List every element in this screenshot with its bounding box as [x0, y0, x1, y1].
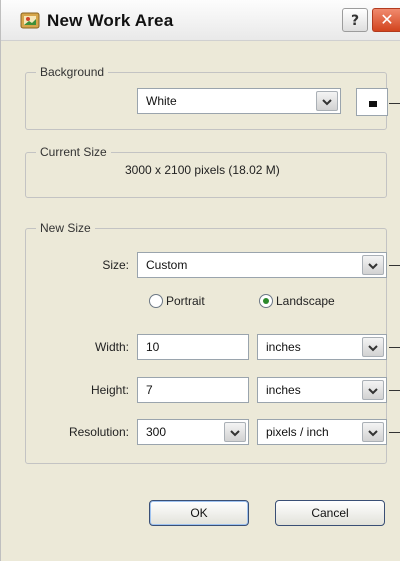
current-size-value: 3000 x 2100 pixels (18.02 M): [125, 163, 280, 177]
title-bar[interactable]: New Work Area ? ✕: [1, 0, 400, 41]
resolution-unit-dropdown[interactable]: pixels / inch: [257, 419, 387, 445]
landscape-label[interactable]: Landscape: [276, 294, 335, 308]
callout-line: [389, 390, 400, 391]
radio-selected-dot: [263, 298, 269, 304]
resolution-value: 300: [146, 425, 167, 439]
height-unit-value: inches: [266, 383, 301, 397]
swatch-indicator: [369, 101, 377, 107]
height-input[interactable]: 7: [137, 377, 249, 403]
size-value: Custom: [146, 258, 188, 272]
cancel-button[interactable]: Cancel: [275, 500, 385, 526]
chevron-down-icon[interactable]: [362, 380, 384, 400]
new-work-area-icon: [19, 9, 41, 31]
chevron-down-icon[interactable]: [224, 422, 246, 442]
size-label: Size:: [102, 258, 129, 272]
chevron-down-icon[interactable]: [362, 422, 384, 442]
close-button[interactable]: ✕: [372, 8, 400, 32]
width-unit-value: inches: [266, 340, 301, 354]
callout-line: [389, 432, 400, 433]
background-color-swatch[interactable]: [356, 88, 388, 116]
width-value: 10: [146, 340, 160, 354]
background-value: White: [146, 94, 177, 108]
callout-line: [389, 347, 400, 348]
new-work-area-dialog: New Work Area ? ✕ Background White Curre…: [0, 0, 400, 561]
resolution-label: Resolution:: [68, 425, 129, 439]
callout-line: [389, 103, 400, 104]
resolution-dropdown[interactable]: 300: [137, 419, 249, 445]
portrait-radio[interactable]: [149, 294, 163, 308]
current-size-group-label: Current Size: [36, 145, 111, 159]
resolution-unit-value: pixels / inch: [266, 425, 329, 439]
dialog-title: New Work Area: [47, 11, 174, 30]
height-unit-dropdown[interactable]: inches: [257, 377, 387, 403]
chevron-down-icon[interactable]: [362, 255, 384, 275]
help-button[interactable]: ?: [342, 8, 368, 32]
chevron-down-icon[interactable]: [362, 337, 384, 357]
ok-button[interactable]: OK: [149, 500, 249, 526]
new-size-group-label: New Size: [36, 221, 95, 235]
width-label: Width:: [94, 340, 129, 354]
landscape-radio[interactable]: [259, 294, 273, 308]
width-unit-dropdown[interactable]: inches: [257, 334, 387, 360]
chevron-down-icon[interactable]: [316, 91, 338, 111]
size-dropdown[interactable]: Custom: [137, 252, 387, 278]
width-input[interactable]: 10: [137, 334, 249, 360]
background-group-label: Background: [36, 65, 109, 79]
background-dropdown[interactable]: White: [137, 88, 341, 114]
callout-line: [389, 265, 400, 266]
height-value: 7: [146, 383, 153, 397]
height-label: Height:: [90, 383, 129, 397]
portrait-label[interactable]: Portrait: [166, 294, 205, 308]
